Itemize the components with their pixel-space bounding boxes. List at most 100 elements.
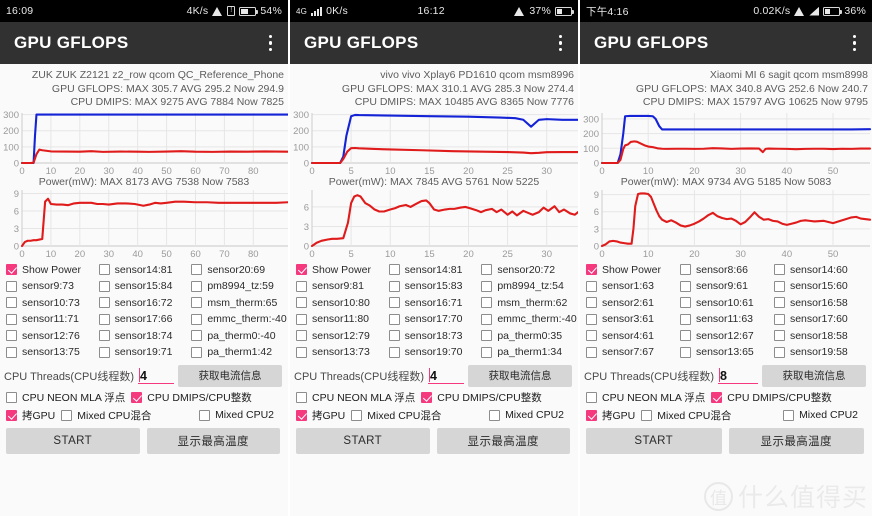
get-current-info-button[interactable]: 获取电流信息 <box>762 364 866 387</box>
checkbox-icon[interactable] <box>773 313 785 325</box>
sensor-checkbox[interactable]: sensor10:80 <box>296 297 389 309</box>
sensor-checkbox[interactable]: pa_therm1:42 <box>191 346 284 358</box>
checkbox-icon[interactable] <box>586 346 597 358</box>
checkbox-icon[interactable] <box>679 280 691 292</box>
sensor-checkbox[interactable]: sensor15:60 <box>773 280 868 292</box>
sensor-checkbox[interactable]: sensor7:67 <box>586 346 680 358</box>
checkbox-icon[interactable] <box>6 313 17 325</box>
dmips-checkbox[interactable]: CPU DMIPS/CPU整数 <box>131 390 252 405</box>
sensor-checkbox[interactable]: sensor13:73 <box>296 346 389 358</box>
start-button[interactable]: START <box>296 427 430 454</box>
mixed-cpu2-checkbox[interactable]: Mixed CPU2 <box>489 409 564 421</box>
dmips-checkbox[interactable]: CPU DMIPS/CPU整数 <box>421 390 542 405</box>
show-power-checkbox[interactable]: Show Power <box>296 264 389 276</box>
sensor-checkbox[interactable]: sensor17:70 <box>388 313 482 325</box>
sensor-checkbox[interactable]: sensor12:79 <box>296 330 389 342</box>
checkbox-icon[interactable] <box>679 330 691 342</box>
sensor-checkbox[interactable]: pm8994_tz:54 <box>481 280 574 292</box>
sensor-checkbox[interactable]: pa_therm0:-40 <box>191 330 284 342</box>
checkbox-icon[interactable] <box>296 391 307 403</box>
mixed-cpu-checkbox[interactable]: Mixed CPU混合 <box>61 408 151 423</box>
show-max-temp-button[interactable]: 显示最高温度 <box>436 427 570 454</box>
sensor-checkbox[interactable]: pm8994_tz:59 <box>191 280 284 292</box>
sensor-checkbox[interactable]: sensor12:76 <box>6 330 99 342</box>
checkbox-icon[interactable] <box>481 264 493 276</box>
checkbox-icon[interactable] <box>98 346 110 358</box>
checkbox-icon[interactable] <box>641 409 653 421</box>
checkbox-icon[interactable] <box>679 346 691 358</box>
sensor-checkbox[interactable]: sensor17:66 <box>98 313 192 325</box>
sensor-checkbox[interactable]: sensor15:84 <box>98 280 192 292</box>
checkbox-icon[interactable] <box>296 409 307 421</box>
neon-mla-checkbox[interactable]: CPU NEON MLA 浮点 <box>6 390 125 405</box>
checkbox-icon[interactable] <box>6 409 17 421</box>
checkbox-icon[interactable] <box>388 264 400 276</box>
checkbox-icon[interactable] <box>679 297 691 309</box>
dmips-checkbox[interactable]: CPU DMIPS/CPU整数 <box>711 390 832 405</box>
checkbox-icon[interactable] <box>711 391 723 403</box>
sensor-checkbox[interactable]: sensor4:61 <box>586 330 680 342</box>
sensor-checkbox[interactable]: sensor14:60 <box>773 264 868 276</box>
checkbox-icon[interactable] <box>773 346 785 358</box>
checkbox-icon[interactable] <box>98 330 110 342</box>
mixed-cpu-checkbox[interactable]: Mixed CPU混合 <box>641 408 731 423</box>
checkbox-icon[interactable] <box>191 330 203 342</box>
sensor-checkbox[interactable]: pa_therm0:35 <box>481 330 574 342</box>
show-max-temp-button[interactable]: 显示最高温度 <box>728 427 864 454</box>
checkbox-icon[interactable] <box>296 280 307 292</box>
kebab-menu-icon[interactable] <box>265 30 277 57</box>
sensor-checkbox[interactable]: sensor14:81 <box>388 264 482 276</box>
show-power-checkbox[interactable]: Show Power <box>6 264 99 276</box>
checkbox-icon[interactable] <box>98 313 110 325</box>
checkbox-icon[interactable] <box>191 346 203 358</box>
checkbox-icon[interactable] <box>388 297 400 309</box>
checkbox-icon[interactable] <box>481 280 493 292</box>
checkbox-icon[interactable] <box>296 330 307 342</box>
neon-mla-checkbox[interactable]: CPU NEON MLA 浮点 <box>296 390 415 405</box>
checkbox-icon[interactable] <box>773 330 785 342</box>
sensor-checkbox[interactable]: sensor19:70 <box>388 346 482 358</box>
checkbox-icon[interactable] <box>586 297 597 309</box>
checkbox-icon[interactable] <box>351 409 363 421</box>
checkbox-icon[interactable] <box>131 391 143 403</box>
sensor-checkbox[interactable]: emmc_therm:-40 <box>191 313 287 325</box>
checkbox-icon[interactable] <box>296 297 307 309</box>
sensor-checkbox[interactable]: emmc_therm:-40 <box>481 313 577 325</box>
mixed-cpu2-checkbox[interactable]: Mixed CPU2 <box>199 409 274 421</box>
checkbox-icon[interactable] <box>296 264 307 276</box>
checkbox-icon[interactable] <box>6 280 17 292</box>
checkbox-icon[interactable] <box>6 346 17 358</box>
sensor-checkbox[interactable]: sensor13:65 <box>679 346 774 358</box>
checkbox-icon[interactable] <box>191 280 203 292</box>
checkbox-icon[interactable] <box>296 346 307 358</box>
sensor-checkbox[interactable]: sensor16:71 <box>388 297 482 309</box>
checkbox-icon[interactable] <box>489 409 501 421</box>
checkbox-icon[interactable] <box>586 264 597 276</box>
sensor-checkbox[interactable]: sensor1:63 <box>586 280 680 292</box>
checkbox-icon[interactable] <box>388 313 400 325</box>
checkbox-icon[interactable] <box>296 313 307 325</box>
checkbox-icon[interactable] <box>199 409 211 421</box>
checkbox-icon[interactable] <box>191 297 203 309</box>
sensor-checkbox[interactable]: sensor9:61 <box>679 280 774 292</box>
sensor-checkbox[interactable]: sensor16:58 <box>773 297 868 309</box>
sensor-checkbox[interactable]: sensor17:60 <box>773 313 868 325</box>
sensor-checkbox[interactable]: sensor20:69 <box>191 264 284 276</box>
sensor-checkbox[interactable]: sensor14:81 <box>98 264 192 276</box>
checkbox-icon[interactable] <box>98 280 110 292</box>
checkbox-icon[interactable] <box>6 297 17 309</box>
checkbox-icon[interactable] <box>679 313 691 325</box>
gpu-burn-checkbox[interactable]: 拷GPU <box>586 408 635 423</box>
checkbox-icon[interactable] <box>98 297 110 309</box>
checkbox-icon[interactable] <box>586 313 597 325</box>
checkbox-icon[interactable] <box>481 313 493 325</box>
sensor-checkbox[interactable]: sensor12:67 <box>679 330 774 342</box>
checkbox-icon[interactable] <box>6 330 17 342</box>
checkbox-icon[interactable] <box>191 313 203 325</box>
checkbox-icon[interactable] <box>388 280 400 292</box>
sensor-checkbox[interactable]: sensor18:73 <box>388 330 482 342</box>
checkbox-icon[interactable] <box>773 280 785 292</box>
sensor-checkbox[interactable]: sensor8:66 <box>679 264 774 276</box>
checkbox-icon[interactable] <box>481 330 493 342</box>
checkbox-icon[interactable] <box>191 264 203 276</box>
